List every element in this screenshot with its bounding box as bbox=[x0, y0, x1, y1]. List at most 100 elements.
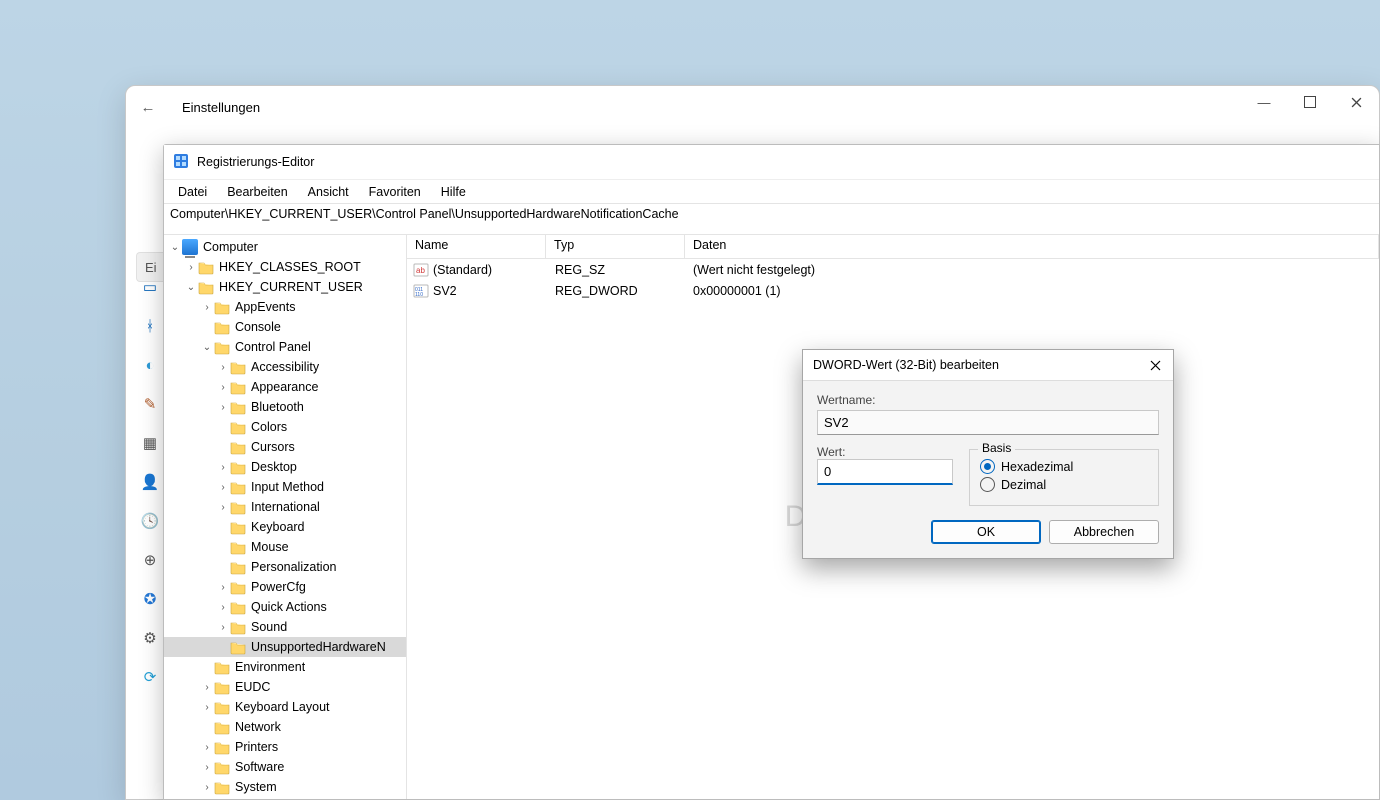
chevron-right-icon[interactable]: › bbox=[184, 262, 198, 273]
tree-item-colors[interactable]: ›Colors bbox=[164, 417, 406, 437]
maximize-button[interactable] bbox=[1287, 86, 1333, 118]
dialog-close-button[interactable] bbox=[1141, 354, 1169, 376]
tree-item-input_method[interactable]: › Input Method bbox=[164, 477, 406, 497]
tree-item-unsupported-hw[interactable]: ›UnsupportedHardwareN bbox=[164, 637, 406, 657]
tree-item-console[interactable]: ›Console bbox=[164, 317, 406, 337]
chevron-right-icon[interactable]: › bbox=[200, 782, 214, 793]
tree-item-label: Input Method bbox=[251, 480, 324, 494]
chevron-right-icon[interactable]: › bbox=[200, 762, 214, 773]
chevron-right-icon[interactable]: › bbox=[216, 482, 230, 493]
tree-item-label: Console bbox=[235, 320, 281, 334]
minimize-button[interactable]: — bbox=[1241, 86, 1287, 118]
address-bar[interactable]: Computer\HKEY_CURRENT_USER\Control Panel… bbox=[164, 204, 1379, 235]
radio-hexadecimal[interactable]: Hexadezimal bbox=[980, 459, 1148, 474]
sidebar-privacy-icon[interactable]: ⚙ bbox=[133, 621, 167, 655]
sidebar-network-icon[interactable]: ◐ bbox=[133, 348, 167, 382]
name-field[interactable]: SV2 bbox=[817, 410, 1159, 435]
tree-item-quick_actions[interactable]: ›Quick Actions bbox=[164, 597, 406, 617]
chevron-right-icon[interactable]: › bbox=[200, 302, 214, 313]
tree-item-label: PowerCfg bbox=[251, 580, 306, 594]
folder-icon bbox=[214, 299, 230, 315]
tree-item-appearance[interactable]: ›Appearance bbox=[164, 377, 406, 397]
folder-icon bbox=[230, 639, 246, 655]
sidebar-time-icon[interactable]: 🕓 bbox=[133, 504, 167, 538]
tree-item-label: Accessibility bbox=[251, 360, 319, 374]
tree-item-personalization[interactable]: ›Personalization bbox=[164, 557, 406, 577]
tree-item-bluetooth[interactable]: › Bluetooth bbox=[164, 397, 406, 417]
tree-item-network[interactable]: ›Network bbox=[164, 717, 406, 737]
sidebar-bluetooth-icon[interactable]: ᚼ bbox=[133, 309, 167, 343]
tree-item-sound[interactable]: ›Sound bbox=[164, 617, 406, 637]
back-icon[interactable]: ← bbox=[132, 99, 164, 116]
folder-icon bbox=[230, 519, 246, 535]
sidebar-personalization-icon[interactable]: ✎ bbox=[133, 387, 167, 421]
chevron-right-icon[interactable]: › bbox=[216, 362, 230, 373]
key-tree[interactable]: ⌄ Computer ›HKEY_CLASSES_ROOT⌄HKEY_CURRENT… bbox=[164, 235, 407, 799]
chevron-down-icon[interactable]: ⌄ bbox=[184, 282, 198, 293]
value-data: 0x00000001 (1) bbox=[687, 284, 1379, 298]
chevron-right-icon[interactable]: › bbox=[216, 582, 230, 593]
chevron-right-icon[interactable]: › bbox=[200, 682, 214, 693]
tree-item-mouse[interactable]: ›Mouse bbox=[164, 537, 406, 557]
tree-item-eudc[interactable]: ›EUDC bbox=[164, 677, 406, 697]
cancel-button[interactable]: Abbrechen bbox=[1049, 520, 1159, 544]
tree-item-hkcu[interactable]: ⌄HKEY_CURRENT_USER bbox=[164, 277, 406, 297]
menu-view[interactable]: Ansicht bbox=[298, 183, 359, 201]
col-name[interactable]: Name bbox=[407, 235, 546, 258]
tree-item-label: Printers bbox=[235, 740, 278, 754]
value-row[interactable]: ab(Standard)REG_SZ(Wert nicht festgelegt… bbox=[407, 259, 1379, 280]
tree-item-desktop[interactable]: ›Desktop bbox=[164, 457, 406, 477]
chevron-right-icon[interactable]: › bbox=[216, 382, 230, 393]
sidebar-system-icon[interactable]: ▭ bbox=[133, 270, 167, 304]
folder-icon bbox=[198, 279, 214, 295]
tree-item-label: System bbox=[235, 780, 277, 794]
menu-help[interactable]: Hilfe bbox=[431, 183, 476, 201]
sidebar-accessibility-icon[interactable]: ✪ bbox=[133, 582, 167, 616]
chevron-right-icon[interactable]: › bbox=[216, 622, 230, 633]
tree-item-label: AppEvents bbox=[235, 300, 295, 314]
tree-item-control-panel[interactable]: ⌄Control Panel bbox=[164, 337, 406, 357]
tree-item-cursors[interactable]: ›Cursors bbox=[164, 437, 406, 457]
value-label: Wert: bbox=[817, 445, 953, 459]
menu-file[interactable]: Datei bbox=[168, 183, 217, 201]
menu-favorites[interactable]: Favoriten bbox=[359, 183, 431, 201]
sidebar-gaming-icon[interactable]: ⊕ bbox=[133, 543, 167, 577]
value-field[interactable] bbox=[817, 459, 953, 485]
sidebar-update-icon[interactable]: ⟳ bbox=[133, 660, 167, 694]
tree-item-hkcr[interactable]: ›HKEY_CLASSES_ROOT bbox=[164, 257, 406, 277]
tree-item-computer[interactable]: ⌄ Computer bbox=[164, 237, 406, 257]
chevron-right-icon[interactable]: › bbox=[216, 462, 230, 473]
chevron-right-icon[interactable]: › bbox=[200, 742, 214, 753]
basis-group: Basis Hexadezimal Dezimal bbox=[969, 449, 1159, 506]
tree-item-powercfg[interactable]: › PowerCfg bbox=[164, 577, 406, 597]
value-listview[interactable]: Name Typ Daten ab(Standard)REG_SZ(Wert n… bbox=[407, 235, 1379, 799]
chevron-right-icon[interactable]: › bbox=[216, 402, 230, 413]
sidebar-apps-icon[interactable]: ▦ bbox=[133, 426, 167, 460]
col-type[interactable]: Typ bbox=[546, 235, 685, 258]
tree-item-software[interactable]: ›Software bbox=[164, 757, 406, 777]
col-data[interactable]: Daten bbox=[685, 235, 1379, 258]
tree-item-label: Computer bbox=[203, 240, 258, 254]
tree-item-appevents[interactable]: › AppEvents bbox=[164, 297, 406, 317]
tree-item-environment[interactable]: ›Environment bbox=[164, 657, 406, 677]
close-button[interactable] bbox=[1333, 86, 1379, 118]
value-row[interactable]: 011110SV2REG_DWORD0x00000001 (1) bbox=[407, 280, 1379, 301]
tree-item-keyboard-layout[interactable]: ›Keyboard Layout bbox=[164, 697, 406, 717]
radio-decimal[interactable]: Dezimal bbox=[980, 477, 1148, 492]
tree-item-printers[interactable]: › Printers bbox=[164, 737, 406, 757]
tree-item-label: Colors bbox=[251, 420, 287, 434]
ok-button[interactable]: OK bbox=[931, 520, 1041, 544]
edit-dword-dialog: DWORD-Wert (32-Bit) bearbeiten Wertname:… bbox=[802, 349, 1174, 559]
menu-edit[interactable]: Bearbeiten bbox=[217, 183, 297, 201]
tree-item-system[interactable]: › System bbox=[164, 777, 406, 797]
chevron-right-icon[interactable]: › bbox=[200, 702, 214, 713]
chevron-down-icon[interactable]: ⌄ bbox=[168, 242, 182, 253]
tree-item-accessibility[interactable]: › Accessibility bbox=[164, 357, 406, 377]
tree-item-label: Bluetooth bbox=[251, 400, 304, 414]
chevron-down-icon[interactable]: ⌄ bbox=[200, 342, 214, 353]
tree-item-international[interactable]: ›International bbox=[164, 497, 406, 517]
sidebar-accounts-icon[interactable]: 👤 bbox=[133, 465, 167, 499]
chevron-right-icon[interactable]: › bbox=[216, 602, 230, 613]
chevron-right-icon[interactable]: › bbox=[216, 502, 230, 513]
tree-item-keyboard[interactable]: ›Keyboard bbox=[164, 517, 406, 537]
